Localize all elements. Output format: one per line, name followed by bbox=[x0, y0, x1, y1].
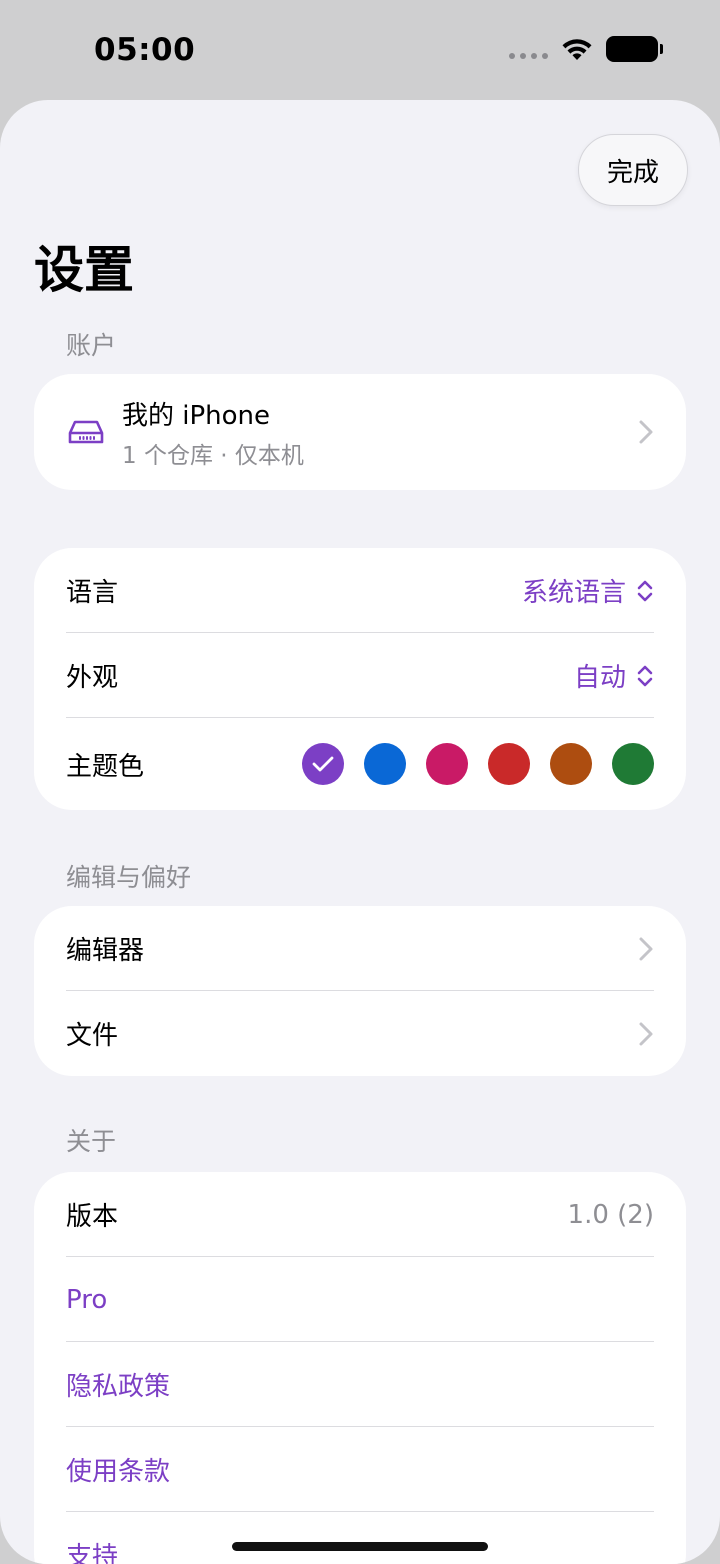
theme-color-swatch[interactable] bbox=[364, 743, 406, 785]
chevron-right-icon bbox=[639, 937, 653, 960]
appearance-value: 自动 bbox=[573, 663, 626, 693]
section-header-about: 关于 bbox=[66, 1127, 117, 1156]
support-row[interactable]: 支持 bbox=[34, 1512, 686, 1564]
theme-color-row: 主题色 bbox=[34, 718, 686, 810]
cellular-dots-icon bbox=[509, 53, 548, 59]
appearance-row[interactable]: 外观 自动 bbox=[34, 633, 686, 718]
section-header-account: 账户 bbox=[66, 331, 117, 360]
chevron-right-icon bbox=[639, 420, 653, 444]
theme-color-swatch[interactable] bbox=[550, 743, 592, 785]
chevron-up-down-icon bbox=[637, 580, 653, 601]
theme-color-swatch[interactable] bbox=[488, 743, 530, 785]
checkmark-icon bbox=[312, 756, 334, 772]
theme-color-swatch[interactable] bbox=[426, 743, 468, 785]
settings-sheet: 完成 设置 账户 我的 iPhone 1 个仓库 · 仅本机 语言 系统语言 外… bbox=[0, 100, 720, 1564]
battery-icon bbox=[606, 36, 663, 62]
language-row[interactable]: 语言 系统语言 bbox=[34, 548, 686, 633]
appearance-label: 外观 bbox=[66, 663, 119, 693]
version-label: 版本 bbox=[66, 1202, 119, 1232]
terms-row[interactable]: 使用条款 bbox=[34, 1427, 686, 1512]
chevron-up-down-icon bbox=[637, 665, 653, 686]
home-indicator bbox=[232, 1542, 488, 1551]
editing-card: 编辑器 文件 bbox=[34, 906, 686, 1076]
account-card: 我的 iPhone 1 个仓库 · 仅本机 bbox=[34, 374, 686, 490]
pro-row[interactable]: Pro bbox=[34, 1257, 686, 1342]
version-row: 版本 1.0 (2) bbox=[34, 1172, 686, 1257]
editor-label: 编辑器 bbox=[66, 936, 145, 966]
terms-link[interactable]: 使用条款 bbox=[66, 1451, 170, 1488]
account-device-row[interactable]: 我的 iPhone 1 个仓库 · 仅本机 bbox=[34, 374, 686, 490]
files-label: 文件 bbox=[66, 1021, 119, 1051]
files-row[interactable]: 文件 bbox=[34, 991, 686, 1076]
page-title: 设置 bbox=[34, 241, 134, 299]
drive-icon bbox=[68, 420, 104, 444]
status-time: 05:00 bbox=[94, 32, 196, 68]
support-link[interactable]: 支持 bbox=[66, 1536, 118, 1564]
section-header-editing: 编辑与偏好 bbox=[66, 863, 192, 892]
privacy-row[interactable]: 隐私政策 bbox=[34, 1342, 686, 1427]
theme-color-swatch[interactable] bbox=[302, 743, 344, 785]
privacy-policy-link[interactable]: 隐私政策 bbox=[66, 1366, 170, 1403]
pro-link[interactable]: Pro bbox=[66, 1285, 107, 1315]
language-value: 系统语言 bbox=[521, 578, 626, 608]
status-icons bbox=[509, 36, 663, 62]
done-button[interactable]: 完成 bbox=[578, 134, 688, 206]
device-subtitle: 1 个仓库 · 仅本机 bbox=[122, 442, 304, 469]
status-bar: 05:00 bbox=[0, 0, 720, 100]
version-value: 1.0 (2) bbox=[567, 1199, 654, 1230]
language-picker[interactable]: 系统语言 bbox=[522, 572, 654, 609]
language-label: 语言 bbox=[66, 578, 119, 608]
appearance-picker[interactable]: 自动 bbox=[574, 657, 654, 694]
chevron-right-icon bbox=[639, 1022, 653, 1045]
theme-color-swatch[interactable] bbox=[612, 743, 654, 785]
theme-color-swatches bbox=[302, 743, 654, 785]
wifi-icon bbox=[562, 39, 592, 60]
device-name: 我的 iPhone bbox=[122, 400, 271, 431]
theme-color-label: 主题色 bbox=[66, 751, 145, 782]
editor-row[interactable]: 编辑器 bbox=[34, 906, 686, 991]
about-card: 版本 1.0 (2) Pro 隐私政策 使用条款 支持 bbox=[34, 1172, 686, 1564]
general-card: 语言 系统语言 外观 自动 主题色 bbox=[34, 548, 686, 810]
account-text: 我的 iPhone 1 个仓库 · 仅本机 bbox=[122, 395, 304, 470]
